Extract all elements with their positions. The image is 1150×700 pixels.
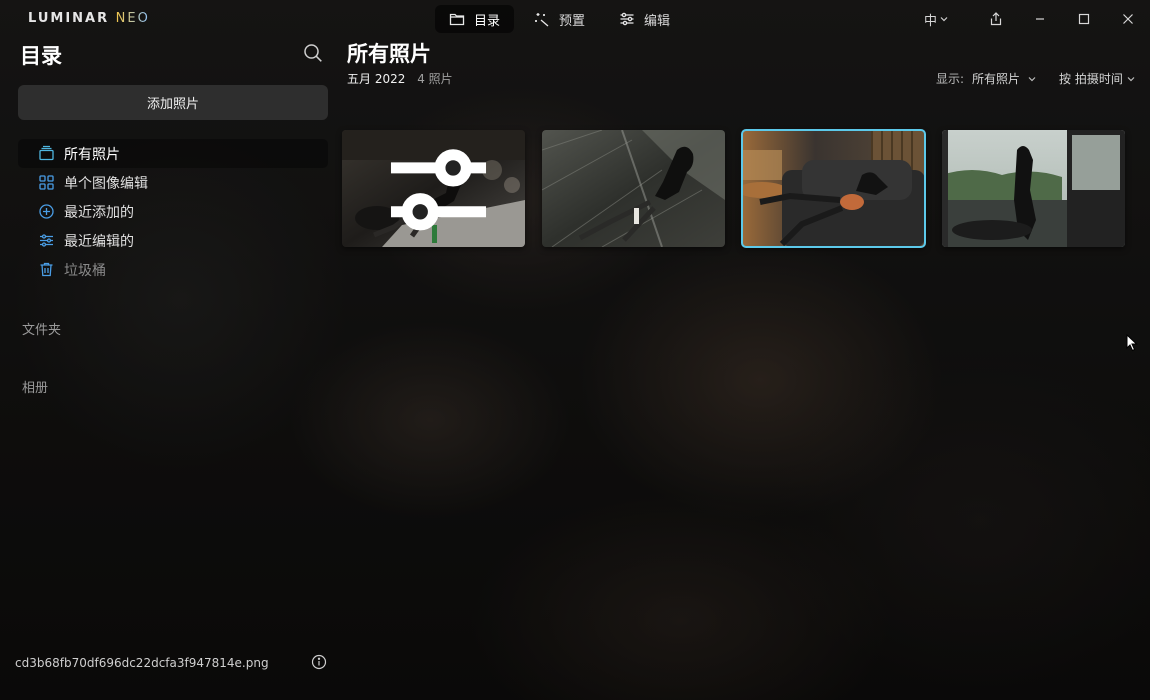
trash-icon xyxy=(40,262,53,277)
photo-image xyxy=(742,130,925,247)
mouse-cursor-icon xyxy=(1126,334,1138,352)
maximize-icon xyxy=(1078,13,1090,25)
chevron-down-icon xyxy=(940,17,948,22)
photo-image xyxy=(942,130,1125,247)
sort-value: 按 拍摄时间 xyxy=(1059,72,1123,86)
sidebar-title: 目录 xyxy=(20,44,62,68)
photos-stack-icon xyxy=(39,145,54,161)
info-icon[interactable] xyxy=(311,654,327,670)
tab-edit-label: 编辑 xyxy=(644,13,671,29)
sidebar-item-label: 所有照片 xyxy=(64,146,120,163)
app-logo: LUMINAR NEO xyxy=(28,11,150,26)
logo-sub-text: NEO xyxy=(115,11,150,26)
chevron-down-icon xyxy=(1127,76,1135,81)
sidebar-item-recently-added[interactable]: 最近添加的 xyxy=(18,197,328,226)
photo-image xyxy=(542,130,725,247)
tab-catalog[interactable]: 目录 xyxy=(435,5,515,33)
show-filter-label: 显示: xyxy=(936,72,965,86)
minimize-icon xyxy=(1036,18,1044,20)
sort-dropdown[interactable]: 按 拍摄时间 xyxy=(1059,70,1135,87)
date-group-label: 五月 2022 xyxy=(347,72,406,86)
language-selector[interactable]: 中 xyxy=(924,10,948,29)
photo-thumbnail-selected[interactable] xyxy=(741,129,926,248)
page-title: 所有照片 xyxy=(347,42,431,66)
current-filename: cd3b68fb70df696dc22dcfa3f947814e.png xyxy=(15,656,269,670)
tab-edit[interactable]: 编辑 xyxy=(605,5,684,33)
show-filter-dropdown[interactable]: 显示: 所有照片 xyxy=(936,70,1036,87)
photo-thumbnail[interactable] xyxy=(942,130,1125,247)
section-albums[interactable]: 相册 xyxy=(22,377,48,396)
grid-icon xyxy=(39,175,54,190)
photo-thumbnail[interactable] xyxy=(542,130,725,247)
sidebar-item-recently-edited[interactable]: 最近编辑的 xyxy=(18,226,328,255)
edited-badge-icon xyxy=(390,149,487,231)
minimize-button[interactable] xyxy=(1018,0,1062,38)
chevron-down-icon xyxy=(1028,76,1036,81)
sidebar-item-label: 单个图像编辑 xyxy=(64,175,148,192)
section-folders[interactable]: 文件夹 xyxy=(22,319,61,338)
maximize-button[interactable] xyxy=(1062,0,1106,38)
language-label: 中 xyxy=(923,13,937,29)
logo-main-text: LUMINAR xyxy=(28,11,110,26)
sliders-icon xyxy=(40,234,53,247)
group-header: 五月 2022 4 照片 xyxy=(347,70,453,87)
tab-catalog-label: 目录 xyxy=(474,13,501,29)
add-photos-button[interactable]: 添加照片 xyxy=(18,85,328,120)
photo-thumbnail[interactable] xyxy=(342,130,525,247)
sidebar-item-trash[interactable]: 垃圾桶 xyxy=(18,255,328,284)
folder-icon xyxy=(449,13,465,26)
mode-tabs: 目录 预置 编辑 xyxy=(435,5,684,33)
title-bar: LUMINAR NEO 目录 预置 编辑 中 xyxy=(0,0,1150,38)
sidebar-item-label: 最近添加的 xyxy=(64,204,134,221)
close-icon xyxy=(1123,14,1133,24)
magic-wand-icon xyxy=(535,13,549,27)
tab-presets[interactable]: 预置 xyxy=(520,5,599,33)
sidebar: 目录 添加照片 所有照片 单个图像编辑 最近添加的 最近编辑的 垃圾桶 文件夹 … xyxy=(0,38,340,700)
sliders-icon xyxy=(620,12,634,26)
close-button[interactable] xyxy=(1106,0,1150,38)
search-icon[interactable] xyxy=(302,42,324,64)
sidebar-item-single-edits[interactable]: 单个图像编辑 xyxy=(18,168,328,197)
share-button[interactable] xyxy=(974,0,1018,38)
sidebar-item-label: 最近编辑的 xyxy=(64,233,134,250)
share-icon xyxy=(990,12,1002,26)
sidebar-nav: 所有照片 单个图像编辑 最近添加的 最近编辑的 垃圾桶 xyxy=(18,139,328,284)
photo-count: 4 照片 xyxy=(417,72,453,86)
tab-presets-label: 预置 xyxy=(559,13,586,29)
sidebar-item-all-photos[interactable]: 所有照片 xyxy=(18,139,328,168)
window-controls: 中 xyxy=(924,0,1150,38)
sidebar-item-label: 垃圾桶 xyxy=(64,262,106,279)
plus-circle-icon xyxy=(39,204,54,219)
show-filter-value: 所有照片 xyxy=(972,72,1021,86)
photo-grid xyxy=(342,129,1125,248)
